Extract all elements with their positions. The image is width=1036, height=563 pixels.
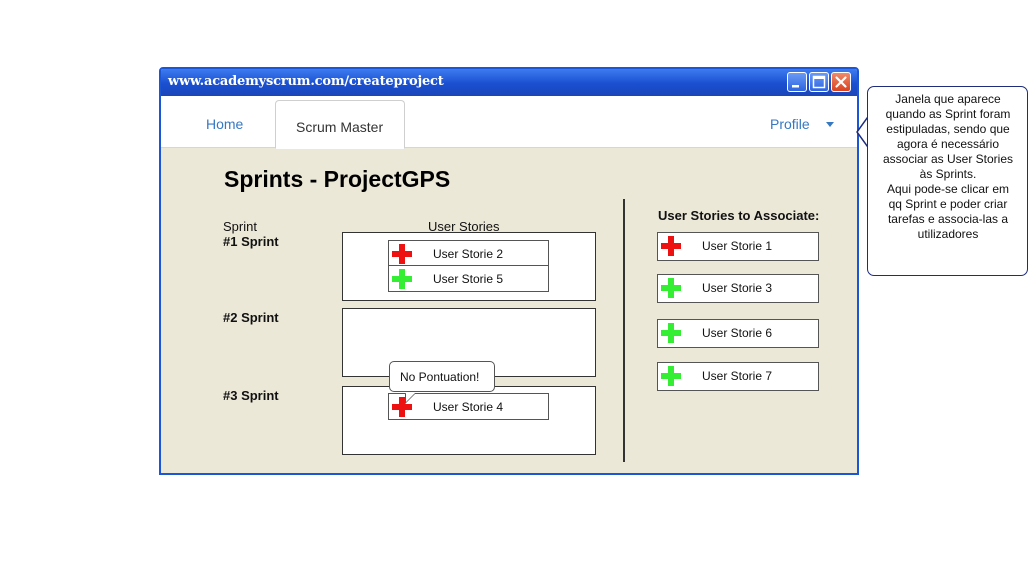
tooltip-text: No Pontuation! [400, 370, 480, 384]
url-text: www.academyscrum.com/createproject [168, 74, 444, 89]
associate-story-item[interactable]: User Storie 3 [657, 274, 819, 303]
profile-menu[interactable]: Profile [770, 116, 810, 132]
callout-line: Janela que aparece [895, 92, 1001, 106]
sprint-label-2[interactable]: #2 Sprint [223, 310, 279, 325]
callout-line: tarefas e associa-las a [887, 212, 1009, 226]
story-label: User Storie 6 [702, 326, 773, 340]
red-plus-icon[interactable] [392, 397, 412, 417]
sprint-label-3[interactable]: #3 Sprint [223, 388, 279, 403]
chevron-down-icon[interactable] [826, 122, 834, 127]
minimize-icon [792, 85, 799, 88]
minimize-button[interactable] [787, 72, 807, 92]
associate-title: User Stories to Associate: [658, 208, 820, 223]
tab-scrum-master-label: Scrum Master [296, 119, 384, 135]
browser-window: www.academyscrum.com/createproject Home … [159, 67, 859, 475]
story-label: User Storie 4 [433, 400, 504, 414]
story-label: User Storie 3 [702, 281, 773, 295]
vertical-divider [623, 199, 625, 462]
nav-bar: Home Scrum Master Profile [161, 96, 857, 149]
close-button[interactable] [831, 72, 851, 92]
red-plus-icon[interactable] [392, 244, 412, 264]
story-label: User Storie 5 [433, 272, 504, 286]
sprint-label-1[interactable]: #1 Sprint [223, 234, 279, 249]
green-plus-icon[interactable] [661, 278, 681, 298]
callout-line: às Sprints. [919, 167, 977, 181]
title-bar: www.academyscrum.com/createproject [161, 69, 857, 96]
story-item[interactable]: User Storie 2 [388, 240, 549, 267]
green-plus-icon[interactable] [661, 366, 681, 386]
annotation-callout: Janela que aparece quando as Sprint fora… [867, 86, 1028, 276]
story-label: User Storie 7 [702, 369, 773, 383]
callout-line: qq Sprint e poder criar [888, 197, 1008, 211]
maximize-button[interactable] [809, 72, 829, 92]
callout-line: associar as User Stories [882, 152, 1014, 166]
associate-story-item[interactable]: User Storie 6 [657, 319, 819, 348]
green-plus-icon[interactable] [392, 269, 412, 289]
story-item[interactable]: User Storie 5 [388, 265, 549, 292]
story-item[interactable]: User Storie 4 [388, 393, 549, 420]
column-header-sprint: Sprint [223, 219, 257, 234]
page-title: Sprints - ProjectGPS [224, 166, 451, 192]
tab-home[interactable]: Home [206, 116, 243, 132]
red-plus-icon[interactable] [661, 236, 681, 256]
tab-scrum-master[interactable]: Scrum Master [275, 100, 405, 149]
callout-line: agora é necessário [896, 137, 1000, 151]
callout-line: quando as Sprint foram [885, 107, 1011, 121]
associate-story-item[interactable]: User Storie 7 [657, 362, 819, 391]
green-plus-icon[interactable] [661, 323, 681, 343]
no-pontuation-tooltip: No Pontuation! [389, 361, 495, 392]
callout-line: utilizadores [917, 227, 979, 241]
story-label: User Storie 1 [702, 239, 773, 253]
maximize-icon [812, 75, 826, 89]
callout-line: Aqui pode-se clicar em [886, 182, 1010, 196]
associate-story-item[interactable]: User Storie 1 [657, 232, 819, 261]
close-icon [835, 76, 847, 88]
callout-text: Janela que aparece quando as Sprint fora… [872, 92, 1024, 242]
callout-line: estipuladas, sendo que [886, 122, 1010, 136]
story-label: User Storie 2 [433, 247, 504, 261]
